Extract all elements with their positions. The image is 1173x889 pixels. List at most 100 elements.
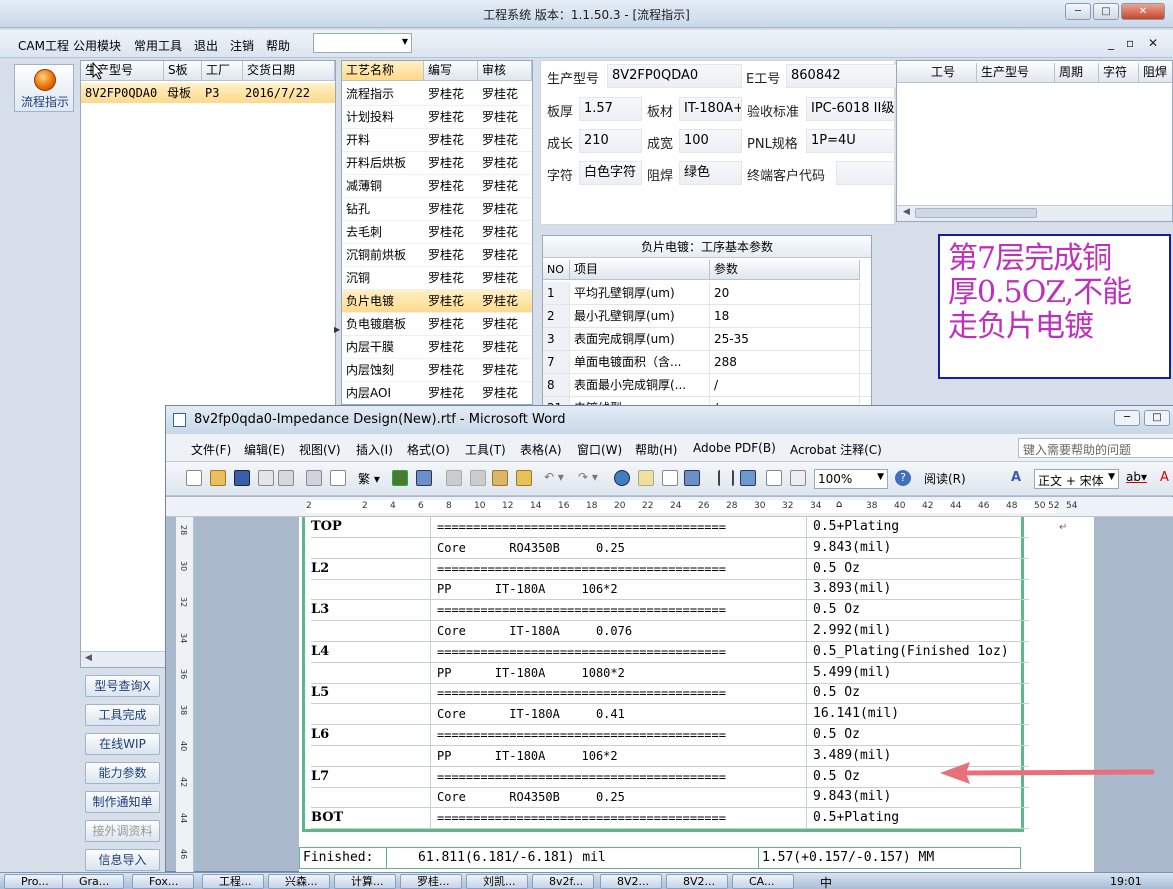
- word-minimize-button[interactable]: ─: [1114, 410, 1140, 426]
- research-icon[interactable]: [416, 470, 432, 486]
- word-menu-format[interactable]: 格式(O): [407, 441, 450, 458]
- undo-icon[interactable]: ↶ ▾: [544, 470, 564, 484]
- zoom-select[interactable]: 100% ▼: [814, 469, 888, 489]
- param-header-value[interactable]: 参数: [710, 260, 860, 280]
- menu-tools[interactable]: 常用工具: [134, 37, 182, 54]
- doc-map-icon[interactable]: [766, 470, 782, 486]
- font-color-icon[interactable]: A: [1160, 470, 1169, 485]
- taskbar-item[interactable]: 8V2...: [600, 874, 662, 889]
- process-row[interactable]: 负电镀磨板 罗桂花 罗桂花: [342, 313, 532, 336]
- process-row[interactable]: 内层干膜 罗桂花 罗桂花: [342, 336, 532, 359]
- order-header-factory[interactable]: 工厂: [202, 61, 243, 81]
- permission-icon[interactable]: [258, 470, 274, 486]
- taskbar-item[interactable]: 工程...: [202, 874, 264, 889]
- word-menu-help[interactable]: 帮助(H): [635, 441, 677, 458]
- preview-icon[interactable]: [330, 470, 346, 486]
- word-menu-tools[interactable]: 工具(T): [465, 441, 506, 458]
- process-row[interactable]: 去毛刺 罗桂花 罗桂花: [342, 221, 532, 244]
- minimize-button[interactable]: ─: [1065, 3, 1091, 20]
- process-row[interactable]: 减薄铜 罗桂花 罗桂花: [342, 175, 532, 198]
- taskbar-item[interactable]: 8v2f...: [532, 874, 594, 889]
- legend-field[interactable]: 白色字符: [579, 161, 642, 185]
- external-data-button[interactable]: 接外调资料: [85, 820, 160, 842]
- word-menu-view[interactable]: 视图(V): [299, 441, 341, 458]
- length-field[interactable]: 210: [579, 129, 642, 153]
- standard-field[interactable]: IPC-6018 II级: [806, 97, 895, 121]
- scroll-left-icon[interactable]: ◀: [85, 653, 92, 663]
- taskbar-item[interactable]: Fox...: [132, 874, 194, 889]
- open-icon[interactable]: [210, 470, 226, 486]
- drawing-icon[interactable]: [740, 470, 756, 486]
- mdi-restore-button[interactable]: ▫: [1126, 36, 1134, 50]
- tray-ime[interactable]: 中: [820, 874, 832, 889]
- word-menu-file[interactable]: 文件(F): [191, 441, 231, 458]
- param-row[interactable]: 3 表面完成铜厚(um) 25-35: [543, 328, 871, 351]
- param-row[interactable]: 8 表面最小完成铜厚(... /: [543, 374, 871, 397]
- splitter-arrow-icon[interactable]: ▶: [334, 325, 340, 334]
- menu-exit[interactable]: 退出: [194, 37, 218, 54]
- taskbar-item[interactable]: 计算...: [334, 874, 396, 889]
- word-menu-insert[interactable]: 插入(I): [356, 441, 393, 458]
- mask-field[interactable]: 绿色: [679, 161, 742, 185]
- nav-flow-button[interactable]: 流程指示: [14, 64, 74, 112]
- columns-icon[interactable]: [718, 470, 734, 486]
- word-restore-button[interactable]: □: [1144, 410, 1170, 426]
- highlight-icon[interactable]: ab▾: [1126, 470, 1147, 484]
- save-icon[interactable]: [234, 470, 250, 486]
- pnl-field[interactable]: 1P=4U: [806, 129, 895, 153]
- param-header-item[interactable]: 项目: [570, 260, 710, 280]
- traditional-icon[interactable]: 繁 ▾: [358, 470, 380, 487]
- online-wip-button[interactable]: 在线WIP: [85, 733, 160, 755]
- info-import-button[interactable]: 信息导入: [85, 849, 160, 871]
- vertical-ruler[interactable]: 28 30 32 34 36 38 40 42 44 46: [176, 517, 194, 873]
- right-header-cycle[interactable]: 周期: [1055, 63, 1099, 83]
- thickness-field[interactable]: 1.57: [579, 97, 642, 121]
- menu-logout[interactable]: 注销: [230, 37, 254, 54]
- right-header-model[interactable]: 生产型号: [977, 63, 1055, 83]
- redo-icon[interactable]: ↷ ▾: [578, 470, 598, 484]
- process-header-reviewer[interactable]: 审核: [478, 61, 532, 81]
- right-header-legend[interactable]: 字符: [1099, 63, 1139, 83]
- word-menu-table[interactable]: 表格(A): [520, 441, 562, 458]
- scroll-thumb[interactable]: [915, 208, 1037, 218]
- help-icon[interactable]: ?: [895, 470, 911, 486]
- insert-table-icon[interactable]: [662, 470, 678, 486]
- taskbar-item[interactable]: Pro...: [4, 874, 66, 889]
- close-button[interactable]: ✕: [1121, 3, 1165, 20]
- new-icon[interactable]: [186, 470, 202, 486]
- right-header-eno[interactable]: 工号: [897, 63, 977, 83]
- customer-field[interactable]: [836, 161, 895, 185]
- maximize-button[interactable]: □: [1093, 3, 1119, 20]
- process-row[interactable]: 沉铜 罗桂花 罗桂花: [342, 267, 532, 290]
- menu-combo[interactable]: ▼: [313, 33, 412, 53]
- process-header-name[interactable]: 工艺名称: [342, 61, 424, 81]
- word-menu-acrobat[interactable]: Acrobat 注释(C): [790, 441, 882, 458]
- copy-icon[interactable]: [470, 470, 486, 486]
- process-row[interactable]: 流程指示 罗桂花 罗桂花: [342, 83, 532, 106]
- insert-excel-icon[interactable]: [684, 470, 700, 486]
- taskbar-item[interactable]: Gra...: [62, 874, 124, 889]
- email-icon[interactable]: [278, 470, 294, 486]
- clock[interactable]: 19:01: [1110, 875, 1142, 888]
- param-header-no[interactable]: NO: [543, 260, 570, 280]
- word-help-input[interactable]: 键入需要帮助的问题: [1018, 438, 1173, 458]
- word-menu-edit[interactable]: 编辑(E): [244, 441, 285, 458]
- paste-icon[interactable]: [492, 470, 508, 486]
- material-field[interactable]: IT-180A+: [679, 97, 742, 121]
- param-row[interactable]: 1 平均孔壁铜厚(um) 20: [543, 282, 871, 305]
- param-row[interactable]: 2 最小孔壁铜厚(um) 18: [543, 305, 871, 328]
- read-mode-button[interactable]: 阅读(R): [924, 470, 966, 487]
- spelling-icon[interactable]: [392, 470, 408, 486]
- menu-common-module[interactable]: 公用模块: [73, 37, 121, 54]
- process-row[interactable]: 沉铜前烘板 罗桂花 罗桂花: [342, 244, 532, 267]
- process-row[interactable]: 开料后烘板 罗桂花 罗桂花: [342, 152, 532, 175]
- horizontal-ruler[interactable]: 2 2 4 6 8 10 12 14 16 18 20 22 24 26 28 30 32 34 38 40 42 44 4…: [166, 497, 1173, 517]
- process-row[interactable]: 内层AOI 罗桂花 罗桂花: [342, 382, 532, 404]
- taskbar-item[interactable]: 兴森...: [268, 874, 330, 889]
- document-page[interactable]: TOP =====================================…: [299, 517, 1094, 873]
- print-icon[interactable]: [306, 470, 322, 486]
- model-field[interactable]: 8V2FP0QDA0: [607, 64, 742, 88]
- width-field[interactable]: 100: [679, 129, 742, 153]
- menu-cam[interactable]: CAM工程: [18, 37, 69, 54]
- order-header-board[interactable]: S板: [164, 61, 202, 81]
